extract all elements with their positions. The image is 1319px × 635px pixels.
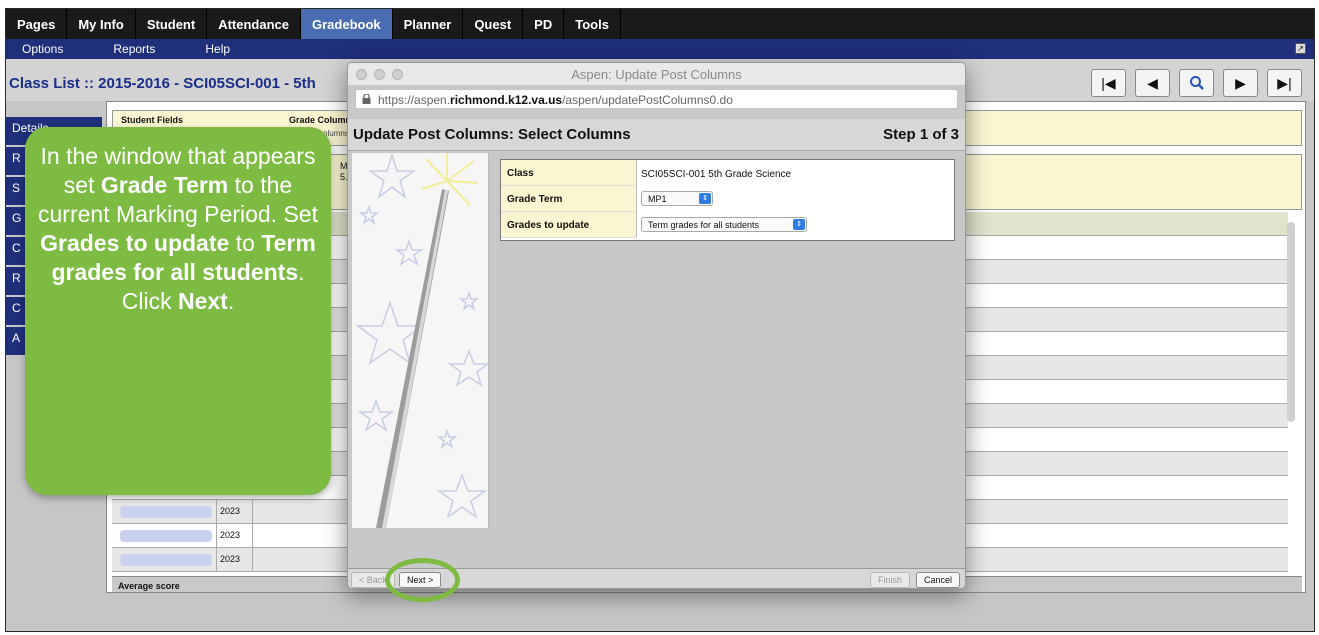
url-prefix: https://aspen. [378,93,451,107]
first-record-button[interactable]: |◀ [1091,69,1126,97]
url-path: /aspen/updatePostColumns0.do [562,93,733,107]
page-title: Class List :: 2015-2016 - SCI05SCI-001 -… [9,75,316,92]
dialog-titlebar: Aspen: Update Post Columns [348,63,965,85]
tab-student[interactable]: Student [136,9,208,39]
callout-bold: Grade Term [100,172,229,198]
url-text: https://aspen.richmond.k12.va.us/aspen/u… [378,93,733,107]
callout-bold: Grades to update [40,230,230,256]
url-bar[interactable]: https://aspen.richmond.k12.va.us/aspen/u… [355,89,958,109]
grade-term-value: MP1 [648,194,667,204]
cancel-button[interactable]: Cancel [916,572,961,588]
class-row: Class SCI05SCI-001 5th Grade Science [501,160,954,186]
tab-quest[interactable]: Quest [463,9,524,39]
column-divider [216,500,217,524]
grad-year: 2023 [220,530,241,540]
sub-nav: Options Reports Help ↗ [6,39,1314,59]
dialog-window-title: Aspen: Update Post Columns [571,67,742,82]
column-divider [252,524,253,548]
column-divider [216,548,217,572]
class-value: SCI05SCI-001 5th Grade Science [641,169,792,180]
grad-year: 2023 [220,554,241,564]
next-button-highlight-ring [385,558,460,602]
tab-pd[interactable]: PD [523,9,565,39]
lock-icon [362,94,371,104]
menu-reports[interactable]: Reports [113,42,155,56]
instruction-callout: In the window that appears set Grade Ter… [25,127,331,495]
select-arrows-icon: ⇕ [699,193,711,204]
callout-text: to [229,230,262,256]
tab-planner[interactable]: Planner [393,9,464,39]
vertical-scrollbar[interactable] [1287,222,1295,422]
grade-term-select[interactable]: MP1 ⇕ [641,191,713,206]
grades-to-update-row: Grades to update Term grades for all stu… [501,212,954,238]
grades-to-update-label: Grades to update [501,212,637,238]
popout-icon[interactable]: ↗ [1295,43,1306,54]
next-record-button[interactable]: ▶ [1223,69,1258,97]
callout-bold: Next [177,288,228,314]
record-navigation: |◀ ◀ ▶ ▶| [1091,69,1302,97]
column-divider [252,548,253,572]
finish-button[interactable]: Finish [870,572,911,588]
grade-term-row: Grade Term MP1 ⇕ [501,186,954,212]
grades-to-update-select[interactable]: Term grades for all students ⇕ [641,217,807,232]
tab-tools[interactable]: Tools [564,9,621,39]
search-icon [1189,76,1204,90]
dialog-heading: Update Post Columns: Select Columns [353,126,631,143]
step-indicator: Step 1 of 3 [883,126,959,143]
search-button[interactable] [1179,69,1214,97]
magic-wand-illustration [352,153,489,528]
column-divider [252,500,253,524]
tab-attendance[interactable]: Attendance [207,9,301,39]
dialog-header: Update Post Columns: Select Columns Step… [348,119,965,151]
tab-pages[interactable]: Pages [6,9,68,39]
redacted-name [120,554,212,566]
grade-columns-label[interactable]: Grade Columns [289,115,356,125]
wand-icon [355,153,488,528]
redacted-name [120,506,212,518]
student-fields-label[interactable]: Student Fields [121,115,183,125]
menu-options[interactable]: Options [22,42,63,56]
column-divider [216,524,217,548]
menu-help[interactable]: Help [205,42,230,56]
grad-year: 2023 [220,506,241,516]
top-nav: Pages My Info Student Attendance Gradebo… [6,9,1314,39]
previous-record-button[interactable]: ◀ [1135,69,1170,97]
redacted-name [120,530,212,542]
update-post-columns-dialog: Aspen: Update Post Columns https://aspen… [347,62,966,589]
class-label: Class [501,160,637,186]
grades-to-update-value: Term grades for all students [648,220,760,230]
last-record-button[interactable]: ▶| [1267,69,1302,97]
tab-my-info[interactable]: My Info [67,9,136,39]
callout-text: . [227,288,235,314]
average-score-label: Average score [118,581,180,591]
grade-term-label: Grade Term [501,186,637,212]
select-arrows-icon: ⇕ [793,219,805,230]
tab-gradebook[interactable]: Gradebook [301,9,393,39]
url-domain: richmond.k12.va.us [450,93,563,107]
select-columns-form: Class SCI05SCI-001 5th Grade Science Gra… [500,159,955,241]
